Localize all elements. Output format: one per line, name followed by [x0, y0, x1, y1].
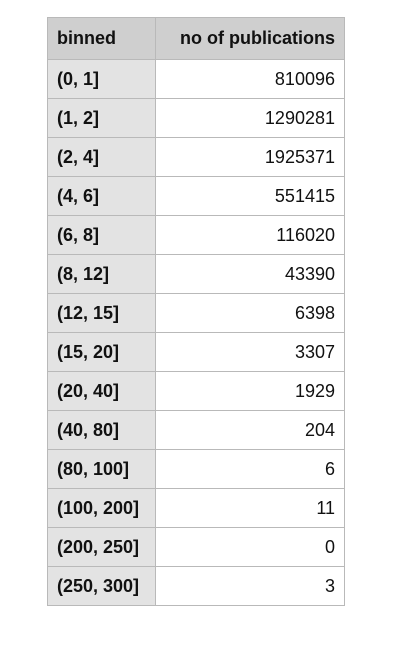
publication-count-cell: 3 — [155, 566, 345, 606]
bin-cell: (15, 20] — [47, 332, 156, 372]
publication-count-cell: 6398 — [155, 293, 345, 333]
bin-cell: (200, 250] — [47, 527, 156, 567]
publication-count-cell: 204 — [155, 410, 345, 450]
publication-count-cell: 1925371 — [155, 137, 345, 177]
publication-count-cell: 43390 — [155, 254, 345, 294]
table-body: (0, 1] 810096 (1, 2] 1290281 (2, 4] 1925371 (4… — [47, 59, 345, 606]
bin-cell: (80, 100] — [47, 449, 156, 489]
table-row: (1, 2] 1290281 — [47, 98, 345, 138]
table-row: (200, 250] 0 — [47, 527, 345, 567]
table-row: (100, 200] 11 — [47, 488, 345, 528]
publications-table: binned no of publications (0, 1] 810096 (1… — [47, 17, 345, 606]
table-row: (4, 6] 551415 — [47, 176, 345, 216]
table-row: (80, 100] 6 — [47, 449, 345, 489]
publications-table-container: binned no of publications (0, 1] 810096 (1… — [47, 17, 345, 606]
publication-count-cell: 810096 — [155, 59, 345, 99]
table-row: (250, 300] 3 — [47, 566, 345, 606]
table-row: (8, 12] 43390 — [47, 254, 345, 294]
publication-count-cell: 116020 — [155, 215, 345, 255]
table-row: (20, 40] 1929 — [47, 371, 345, 411]
bin-cell: (40, 80] — [47, 410, 156, 450]
bin-cell: (0, 1] — [47, 59, 156, 99]
table-row: (40, 80] 204 — [47, 410, 345, 450]
publication-count-cell: 11 — [155, 488, 345, 528]
publication-count-cell: 3307 — [155, 332, 345, 372]
table-row: (12, 15] 6398 — [47, 293, 345, 333]
publication-count-cell: 6 — [155, 449, 345, 489]
bin-cell: (2, 4] — [47, 137, 156, 177]
bin-cell: (8, 12] — [47, 254, 156, 294]
bin-cell: (12, 15] — [47, 293, 156, 333]
publication-count-cell: 551415 — [155, 176, 345, 216]
bin-cell: (6, 8] — [47, 215, 156, 255]
table-header-row: binned no of publications — [47, 17, 345, 60]
bin-cell: (250, 300] — [47, 566, 156, 606]
publication-count-cell: 1290281 — [155, 98, 345, 138]
table-row: (0, 1] 810096 — [47, 59, 345, 99]
publication-count-cell: 0 — [155, 527, 345, 567]
table-row: (2, 4] 1925371 — [47, 137, 345, 177]
bin-cell: (1, 2] — [47, 98, 156, 138]
table-row: (6, 8] 116020 — [47, 215, 345, 255]
publication-count-cell: 1929 — [155, 371, 345, 411]
bin-cell: (4, 6] — [47, 176, 156, 216]
table-row: (15, 20] 3307 — [47, 332, 345, 372]
bin-cell: (20, 40] — [47, 371, 156, 411]
header-no-of-publications: no of publications — [155, 17, 345, 60]
bin-cell: (100, 200] — [47, 488, 156, 528]
header-binned: binned — [47, 17, 156, 60]
